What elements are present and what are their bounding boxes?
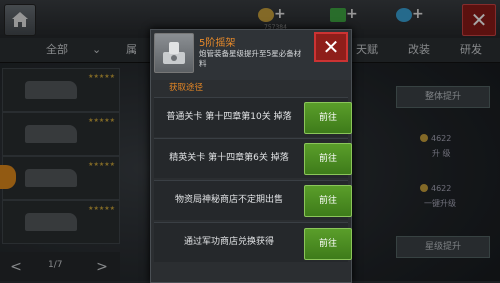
source-row: 物资局神秘商店不定期出售 前往: [154, 180, 352, 220]
source-text: 通过军功商店兑换获得: [183, 237, 274, 247]
item-source-modal: 5阶摇架 炮管装备星级提升至5星必备材料 ✕ 获取途径 普通关卡 第十四章第10…: [150, 29, 352, 283]
go-button[interactable]: 前往: [304, 143, 352, 175]
modal-header: 5阶摇架 炮管装备星级提升至5星必备材料 ✕: [151, 30, 351, 80]
source-row: 普通关卡 第十四章第10关 掉落 前往: [154, 97, 352, 137]
source-section-title: 获取途径: [169, 83, 204, 93]
source-text: 普通关卡 第十四章第10关 掉落: [166, 112, 292, 122]
go-button[interactable]: 前往: [304, 185, 352, 217]
cradle-part-icon: [163, 42, 185, 64]
item-icon: [154, 33, 194, 73]
item-description: 炮管装备星级提升至5星必备材料: [199, 49, 302, 68]
item-name: 5阶摇架: [199, 38, 236, 49]
source-text: 物资局神秘商店不定期出售: [174, 195, 283, 205]
close-modal-button[interactable]: ✕: [314, 32, 348, 62]
source-row: 精英关卡 第十四章第6关 掉落 前往: [154, 138, 352, 178]
source-row: 通过军功商店兑换获得 前往: [154, 222, 352, 262]
source-text: 精英关卡 第十四章第6关 掉落: [169, 153, 289, 163]
go-button[interactable]: 前往: [304, 102, 352, 134]
go-button[interactable]: 前往: [304, 228, 352, 260]
